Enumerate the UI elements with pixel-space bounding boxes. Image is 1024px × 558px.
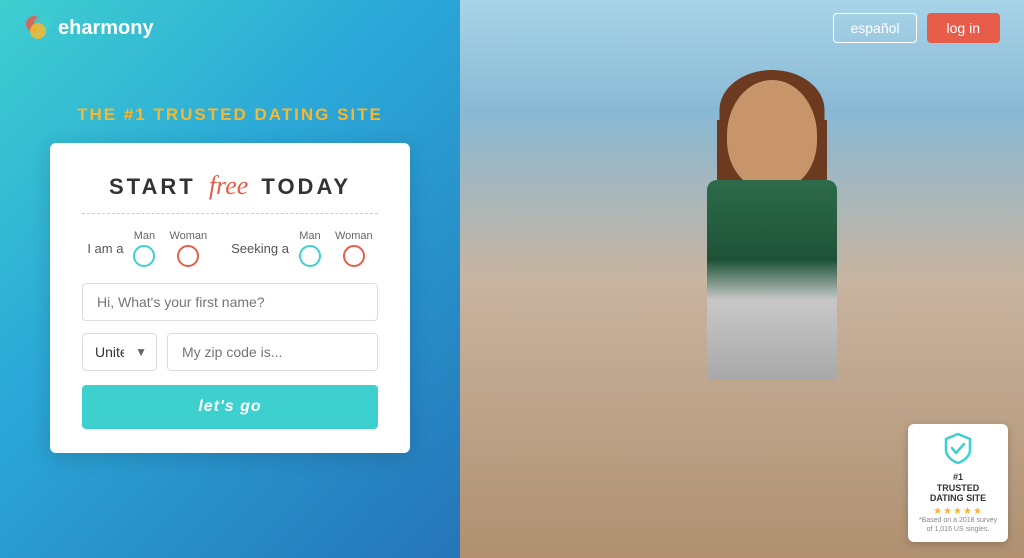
trust-badge-footnote: *Based on a 2018 survey of 1,016 US sing…	[918, 517, 998, 534]
location-row: United States Canada United Kingdom Aust…	[82, 333, 378, 371]
tagline-prefix: THE	[77, 105, 124, 124]
trust-badge-rank: #1 TRUSTED DATING SITE	[918, 472, 998, 504]
country-select[interactable]: United States Canada United Kingdom Aust…	[82, 333, 157, 371]
header: eharmony español log in	[0, 0, 1024, 56]
logo-icon	[24, 14, 52, 42]
espanol-button[interactable]: español	[833, 13, 916, 43]
i-am-woman-option: Woman	[169, 230, 207, 267]
form-title: START free TODAY	[82, 171, 378, 201]
header-right: español log in	[833, 13, 1000, 43]
figure-head	[727, 80, 817, 190]
seeking-man-option: Man	[299, 230, 321, 267]
form-divider	[82, 213, 378, 214]
seeking-a-row: Man Woman	[299, 230, 373, 267]
trust-badge-icon	[918, 432, 998, 470]
title-start: START	[109, 174, 196, 199]
i-am-a-options: Man Woman	[133, 230, 207, 267]
seeking-a-options: Man Woman	[299, 230, 373, 267]
seeking-a-label: Seeking a	[231, 241, 289, 256]
tagline-suffix: TRUSTED DATING SITE	[147, 105, 383, 124]
right-panel: #1 TRUSTED DATING SITE ★★★★★ *Based on a…	[460, 0, 1024, 558]
seeking-woman-option: Woman	[335, 230, 373, 267]
shield-check-icon	[942, 432, 974, 464]
person-figure	[622, 20, 922, 540]
submit-button[interactable]: let's go	[82, 385, 378, 429]
logo: eharmony	[24, 14, 154, 42]
seeking-man-radio[interactable]	[299, 245, 321, 267]
title-free: free	[209, 171, 248, 200]
trust-badge: #1 TRUSTED DATING SITE ★★★★★ *Based on a…	[908, 424, 1008, 542]
i-am-man-radio[interactable]	[133, 245, 155, 267]
i-am-man-label: Man	[134, 230, 155, 242]
form-card: START free TODAY I am a Man	[50, 143, 410, 453]
seeking-woman-radio[interactable]	[343, 245, 365, 267]
i-am-woman-radio[interactable]	[177, 245, 199, 267]
first-name-input[interactable]	[82, 283, 378, 321]
login-button[interactable]: log in	[927, 13, 1000, 43]
figure-body	[707, 180, 837, 380]
trust-badge-stars: ★★★★★	[918, 506, 998, 517]
i-am-man-option: Man	[133, 230, 155, 267]
seeking-a-group: Seeking a Man Woman	[231, 230, 373, 267]
i-am-a-group: I am a Man Woman	[87, 230, 207, 267]
i-am-a-row: Man Woman	[133, 230, 207, 267]
radio-section: I am a Man Woman	[82, 230, 378, 267]
seeking-man-label: Man	[299, 230, 320, 242]
seeking-woman-label: Woman	[335, 230, 373, 242]
i-am-woman-label: Woman	[169, 230, 207, 242]
photo-scene: #1 TRUSTED DATING SITE ★★★★★ *Based on a…	[460, 0, 1024, 558]
logo-text: eharmony	[58, 17, 154, 40]
tagline-number: #1	[124, 105, 147, 124]
tagline: THE #1 TRUSTED DATING SITE	[77, 105, 383, 125]
left-panel: THE #1 TRUSTED DATING SITE START free TO…	[0, 0, 460, 558]
title-end: TODAY	[261, 174, 351, 199]
i-am-a-label: I am a	[87, 241, 123, 256]
main-layout: eharmony español log in THE #1 TRUSTED D…	[0, 0, 1024, 558]
country-select-wrapper: United States Canada United Kingdom Aust…	[82, 333, 157, 371]
zip-input[interactable]	[167, 333, 378, 371]
